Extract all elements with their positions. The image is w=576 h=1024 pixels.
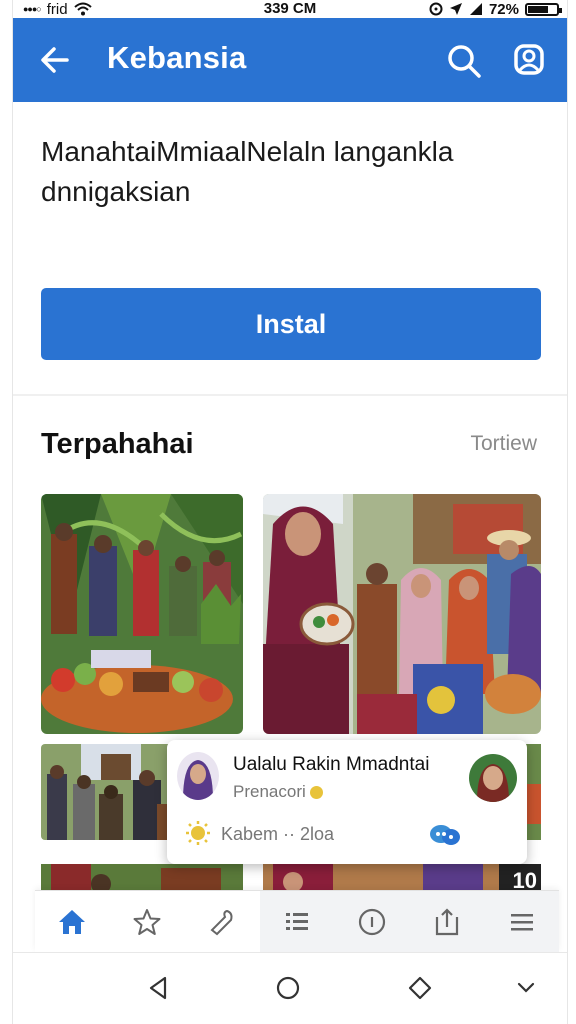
description-line-1: ManahtaiMmiaalNelaln langankla bbox=[41, 136, 454, 167]
nav-recents-icon[interactable] bbox=[405, 973, 435, 1003]
app-description: ManahtaiMmiaalNelaln langankla dnnigaksi… bbox=[41, 132, 521, 212]
status-bar: ●●●○ frid 339 CM 72% bbox=[13, 0, 567, 18]
system-nav-bar bbox=[13, 952, 567, 1024]
menu-icon bbox=[510, 913, 533, 930]
section-see-more-link[interactable]: Tortiew bbox=[470, 432, 537, 456]
app-title: Kebansia bbox=[107, 40, 247, 75]
account-icon[interactable] bbox=[511, 42, 547, 78]
card-name: Ualalu Rakin Mmadntai bbox=[233, 754, 430, 775]
card-subtitle-text: Prenacori bbox=[233, 782, 306, 801]
alarm-icon bbox=[429, 2, 443, 16]
section-divider bbox=[13, 394, 567, 396]
share-icon bbox=[435, 907, 458, 935]
contact-avatar[interactable] bbox=[469, 754, 517, 802]
phone-screen: ●●●○ frid 339 CM 72% Kebansia ManahtaiMm… bbox=[12, 0, 568, 1024]
tab-info[interactable] bbox=[334, 891, 410, 952]
nav-home-icon[interactable] bbox=[273, 973, 303, 1003]
search-icon[interactable] bbox=[445, 42, 483, 80]
app-bar: Kebansia bbox=[13, 18, 567, 102]
nav-collapse-icon[interactable] bbox=[511, 973, 541, 1003]
tab-share[interactable] bbox=[409, 891, 485, 952]
tab-list[interactable] bbox=[259, 891, 335, 952]
tab-tools[interactable] bbox=[185, 891, 260, 952]
battery-icon bbox=[525, 2, 562, 16]
sun-icon bbox=[186, 821, 210, 845]
popup-card[interactable]: Ualalu Rakin Mmadntai Prenacori Kabem ··… bbox=[167, 740, 527, 864]
description-line-2: dnnigaksian bbox=[41, 176, 191, 207]
card-subtitle: Prenacori bbox=[233, 782, 323, 802]
wrench-icon bbox=[210, 909, 233, 935]
tab-menu[interactable] bbox=[484, 891, 560, 952]
battery-percent: 72% bbox=[488, 0, 519, 18]
back-arrow-icon[interactable] bbox=[37, 42, 73, 78]
location-icon bbox=[449, 3, 462, 15]
chat-bubble-icon[interactable] bbox=[429, 822, 461, 850]
nav-back-icon[interactable] bbox=[143, 973, 173, 1003]
list-icon bbox=[286, 912, 308, 930]
photo-tile-market[interactable] bbox=[41, 494, 243, 734]
star-icon bbox=[133, 908, 161, 935]
card-meta: Kabem ·· 2loa bbox=[221, 824, 335, 844]
status-right: 72% bbox=[429, 0, 562, 18]
section-title: Terpahahai bbox=[41, 428, 194, 460]
home-icon bbox=[59, 909, 86, 934]
tab-favorite[interactable] bbox=[110, 891, 185, 952]
photo-tile-street[interactable] bbox=[41, 744, 181, 840]
tab-home[interactable] bbox=[35, 891, 110, 952]
user-avatar[interactable] bbox=[177, 752, 219, 800]
battery-fill bbox=[528, 5, 548, 13]
coin-icon bbox=[309, 786, 323, 800]
photo-tile-group[interactable] bbox=[263, 494, 541, 734]
install-button[interactable]: Instal bbox=[41, 288, 541, 360]
bottom-tab-bar bbox=[35, 890, 560, 952]
circle-icon bbox=[358, 908, 385, 935]
cell-signal-icon bbox=[469, 3, 482, 15]
